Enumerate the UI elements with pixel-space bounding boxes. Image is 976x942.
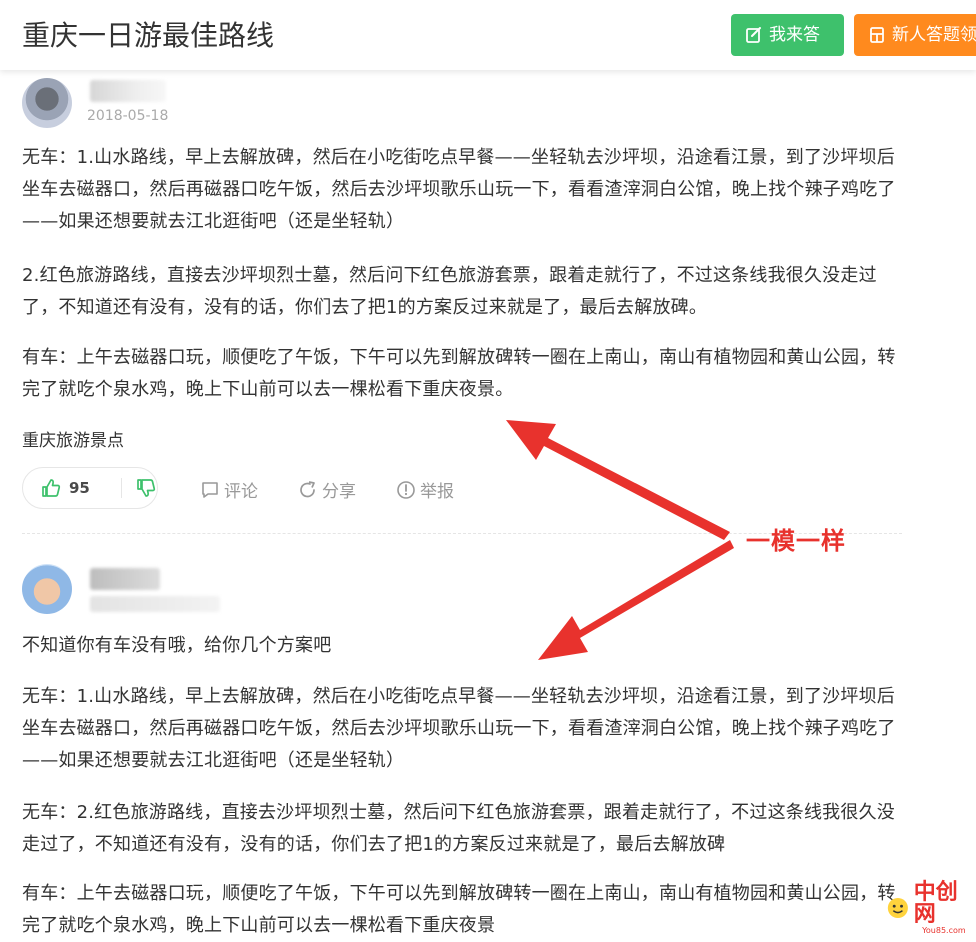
report-button[interactable]: 举报 [396,477,454,502]
username-blurred [90,568,160,590]
answer-paragraph: 有车：上午去磁器口玩，顺便吃了午饭，下午可以先到解放碑转一圈在上南山，南山有植物… [22,347,896,400]
thumbs-up-icon [42,479,61,497]
topic-tag[interactable]: 重庆旅游景点 [22,426,124,451]
page-title: 重庆一日游最佳路线 [22,19,275,52]
answer-intro: 不知道你有车没有哦，给你几个方案吧 [22,635,332,656]
answer-button-label: 我来答 [769,25,820,45]
answer-paragraph: 无车：1.山水路线，早上去解放碑，然后在小吃街吃点早餐——坐轻轨去沙坪坝，沿途看… [22,686,896,771]
answer-paragraph: 无车：1.山水路线，早上去解放碑，然后在小吃街吃点早餐——坐轻轨去沙坪坝，沿途看… [22,147,896,232]
arrow-up [506,420,730,540]
gift-icon [870,27,884,43]
answer-paragraph: 2.红色旅游路线，直接去沙坪坝烈士墓，然后问下红色旅游套票，跟着走就行了，不过这… [22,265,877,318]
comment-icon [202,481,218,498]
avatar[interactable] [22,564,72,614]
annotation-label: 一模一样 [746,527,846,555]
share-icon [300,480,315,497]
answer-paragraph: 无车：2.红色旅游路线，直接去沙坪坝烈士墓，然后问下红色旅游套票，跟着走就行了，… [22,802,895,855]
username-blurred [90,80,166,102]
edit-icon [746,27,761,43]
upvote-count: 95 [69,479,90,497]
comment-label: 评论 [224,482,258,502]
upvote-button[interactable]: 95 [23,478,121,498]
user-meta-blurred [90,596,220,612]
thumbs-down-icon [137,479,156,497]
comment-button[interactable]: 评论 [200,477,258,502]
annotation-arrows [506,420,734,660]
watermark-domain: You85.com [922,925,966,935]
answer-button[interactable]: 我来答 [731,14,844,56]
answer-date: 2018-05-18 [87,108,169,124]
report-label: 举报 [420,482,454,502]
answer-paragraph: 有车：上午去磁器口玩，顺便吃了午饭，下午可以先到解放碑转一圈在上南山，南山有植物… [22,883,896,936]
watermark-name: 中创网 [913,879,958,927]
avatar[interactable] [22,78,72,128]
newbie-task-label: 新人答题领 [892,25,976,45]
downvote-button[interactable] [122,478,156,498]
smiley-logo-icon [887,897,908,919]
newbie-task-button[interactable]: 新人答题领 [854,14,976,56]
page-header: 重庆一日游最佳路线 我来答 新人答题领 [0,0,976,70]
report-icon [397,480,415,499]
share-label: 分享 [322,482,356,502]
site-watermark: 中创网 You85.com [886,881,974,935]
share-button[interactable]: 分享 [298,477,356,502]
vote-box: 95 [22,467,158,509]
